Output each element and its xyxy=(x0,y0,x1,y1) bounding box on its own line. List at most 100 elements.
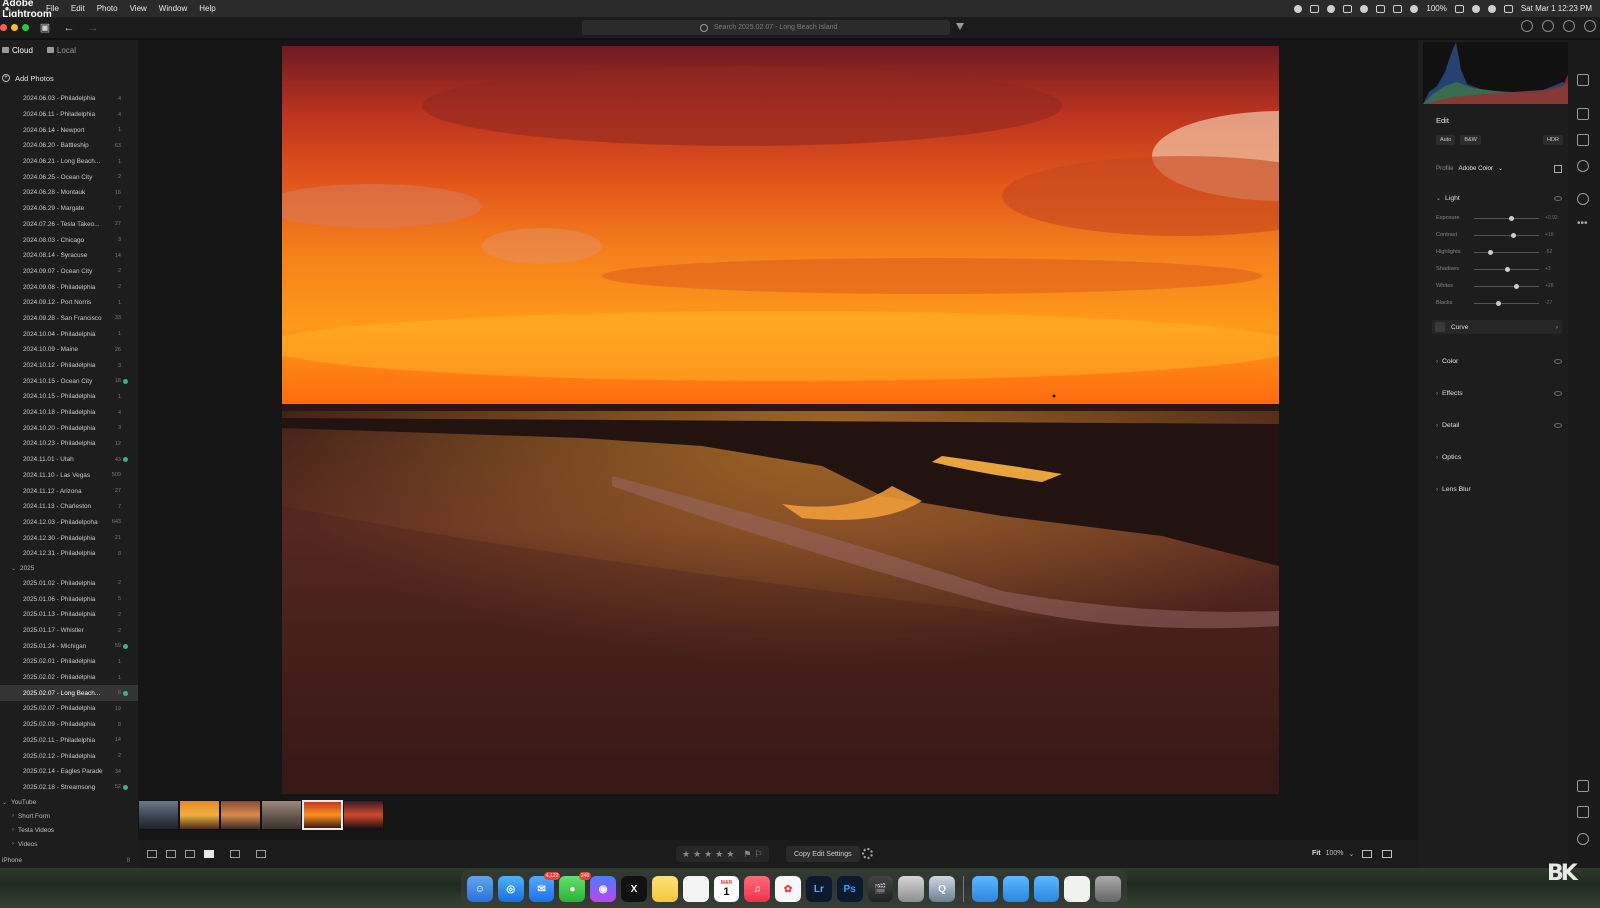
status-app-icon[interactable] xyxy=(1327,4,1336,13)
album-group-youtube[interactable]: ⌄ YouTube xyxy=(0,795,138,809)
share-icon[interactable] xyxy=(1542,20,1554,32)
forward-arrow-icon[interactable]: → xyxy=(84,20,102,36)
album-item[interactable]: 2024.06.03 - Philadelphia 4 xyxy=(0,91,138,107)
close-window-button[interactable] xyxy=(0,24,7,31)
album-item[interactable]: 2024.11.01 - Utah 43 xyxy=(0,452,138,468)
folder-videos[interactable]: › Videos xyxy=(0,837,138,851)
zoom-window-button[interactable] xyxy=(22,24,29,31)
slider-value[interactable]: +0.92 xyxy=(1545,215,1558,221)
status-app-icon[interactable] xyxy=(1310,4,1320,13)
filmstrip-thumbnail[interactable] xyxy=(138,800,179,830)
eye-icon[interactable] xyxy=(1554,359,1562,364)
info-icon[interactable] xyxy=(1577,833,1589,845)
star-rating[interactable]: ★ ★ ★ ★ ★ ⚑ ⚐ xyxy=(676,846,769,862)
search-input[interactable]: Search 2025.02.07 - Long Beach Island xyxy=(582,20,950,35)
sidebar-toggle-icon[interactable]: ▣ xyxy=(36,20,54,36)
album-item[interactable]: 2025.01.13 - Philadelphia 2 xyxy=(0,607,138,623)
menu-window[interactable]: Window xyxy=(153,4,193,13)
slider-knob[interactable] xyxy=(1505,266,1511,272)
section-color[interactable]: › Color xyxy=(1436,358,1562,365)
filmstrip-thumbnail[interactable] xyxy=(302,800,343,830)
crop-icon[interactable] xyxy=(1577,108,1589,120)
album-item[interactable]: 2025.02.11 - Philadelphia 14 xyxy=(0,733,138,749)
folder-tesla-videos[interactable]: › Tesla Videos xyxy=(0,823,138,837)
notification-bell-icon[interactable] xyxy=(1521,20,1533,32)
album-item[interactable]: 2024.06.29 - Margate 7 xyxy=(0,201,138,217)
status-app-icon[interactable] xyxy=(1360,4,1369,13)
comment-icon[interactable] xyxy=(1577,780,1589,792)
add-photos-button[interactable]: + Add Photos xyxy=(0,69,138,87)
album-item[interactable]: 2024.09.12 - Port Norris 1 xyxy=(0,295,138,311)
album-item[interactable]: 2025.02.02 - Philadelphia 1 xyxy=(0,670,138,686)
album-item[interactable]: 2024.10.09 - Maine 26 xyxy=(0,342,138,358)
album-item[interactable]: 2024.06.28 - Montauk 16 xyxy=(0,185,138,201)
curve-button[interactable]: Curve › xyxy=(1432,320,1562,334)
album-item[interactable]: 2024.08.14 - Syracuse 14 xyxy=(0,248,138,264)
zoom-label[interactable]: 100% xyxy=(1326,850,1344,858)
eye-icon[interactable] xyxy=(1554,423,1562,428)
control-center-icon[interactable] xyxy=(1503,4,1513,13)
slider-value[interactable]: +28 xyxy=(1545,283,1553,289)
square-grid-view-icon[interactable] xyxy=(166,850,176,858)
tab-cloud[interactable]: Cloud xyxy=(2,46,33,55)
album-item[interactable]: 2025.01.06 - Philadelphia 5 xyxy=(0,591,138,607)
section-effects[interactable]: › Effects xyxy=(1436,390,1562,397)
search-icon[interactable] xyxy=(1487,4,1496,13)
album-item[interactable]: 2024.12.03 - Philadelpoha 643 xyxy=(0,515,138,531)
battery-icon[interactable] xyxy=(1454,4,1464,13)
album-item[interactable]: 2025.01.02 - Philadelphia 2 xyxy=(0,576,138,592)
slider-track[interactable] xyxy=(1474,283,1539,289)
reminders-icon[interactable] xyxy=(682,876,709,902)
gear-icon[interactable] xyxy=(862,848,873,859)
album-item[interactable]: 2024.09.07 - Ocean City 2 xyxy=(0,264,138,280)
bluetooth-icon[interactable] xyxy=(1410,4,1419,13)
slider-knob[interactable] xyxy=(1495,300,1501,306)
star-icon[interactable]: ★ xyxy=(682,849,690,860)
slider-track[interactable] xyxy=(1474,215,1539,221)
copy-edit-settings-button[interactable]: Copy Edit Settings xyxy=(786,846,860,862)
chevron-down-icon[interactable]: ⌄ xyxy=(1348,850,1354,858)
bw-button[interactable]: B&W xyxy=(1460,135,1481,145)
album-item[interactable]: 2025.02.14 - Eagles Parade 34 xyxy=(0,764,138,780)
music-icon[interactable]: ♫ xyxy=(744,876,771,902)
album-item[interactable]: 2024.10.20 - Philadelphia 3 xyxy=(0,420,138,436)
status-app-icon[interactable] xyxy=(1393,4,1403,13)
final-cut-icon[interactable]: 🎬 xyxy=(867,876,894,902)
menu-view[interactable]: View xyxy=(124,4,153,13)
album-item[interactable]: 2025.01.17 - Whistler 2 xyxy=(0,623,138,639)
tag-icon[interactable] xyxy=(1577,806,1589,818)
slider-knob[interactable] xyxy=(1514,283,1520,289)
filmstrip-toggle-icon[interactable] xyxy=(1362,850,1372,858)
lightroom-icon[interactable]: Lr xyxy=(805,876,832,902)
flag-reject-icon[interactable]: ⚐ xyxy=(754,849,762,860)
messenger-icon[interactable]: ◉ xyxy=(590,876,617,902)
album-item[interactable]: 2024.10.12 - Philadelphia 3 xyxy=(0,358,138,374)
album-item[interactable]: 2024.12.31 - Philadelphia 8 xyxy=(0,546,138,562)
album-item[interactable]: 2024.12.30 - Philadelphia 21 xyxy=(0,530,138,546)
album-item[interactable]: 2024.07.26 - Tesla Takeo... 27 xyxy=(0,217,138,233)
star-icon[interactable]: ★ xyxy=(704,849,712,860)
album-item[interactable]: 2024.06.14 - Newport 1 xyxy=(0,122,138,138)
iphone-source[interactable]: iPhone 8 xyxy=(2,857,130,864)
eye-icon[interactable] xyxy=(1554,391,1562,396)
section-optics[interactable]: › Optics xyxy=(1436,454,1562,461)
menu-photo[interactable]: Photo xyxy=(91,4,124,13)
filmstrip-thumbnail[interactable] xyxy=(261,800,302,830)
section-detail[interactable]: › Detail xyxy=(1436,422,1562,429)
album-item[interactable]: 2024.06.21 - Long Beach... 1 xyxy=(0,154,138,170)
help-icon[interactable] xyxy=(1563,20,1575,32)
main-photo[interactable] xyxy=(282,46,1279,794)
album-item[interactable]: 2025.02.01 - Philadelphia 1 xyxy=(0,654,138,670)
filmstrip-thumbnail[interactable] xyxy=(220,800,261,830)
album-group-2025[interactable]: ⌄ 2025 xyxy=(0,562,138,576)
filter-icon[interactable] xyxy=(956,23,964,30)
status-app-icon[interactable] xyxy=(1343,4,1353,13)
cloud-icon[interactable] xyxy=(1584,20,1596,32)
compressor-icon[interactable] xyxy=(898,876,925,902)
slider-value[interactable]: -52 xyxy=(1545,249,1552,255)
hdr-button[interactable]: HDR xyxy=(1543,135,1563,145)
profile-browser-icon[interactable] xyxy=(1554,165,1562,173)
album-item[interactable]: 2024.11.10 - Las Vegas 509 xyxy=(0,468,138,484)
photoshop-icon[interactable]: Ps xyxy=(836,876,863,902)
applications-folder-icon[interactable] xyxy=(972,876,998,902)
